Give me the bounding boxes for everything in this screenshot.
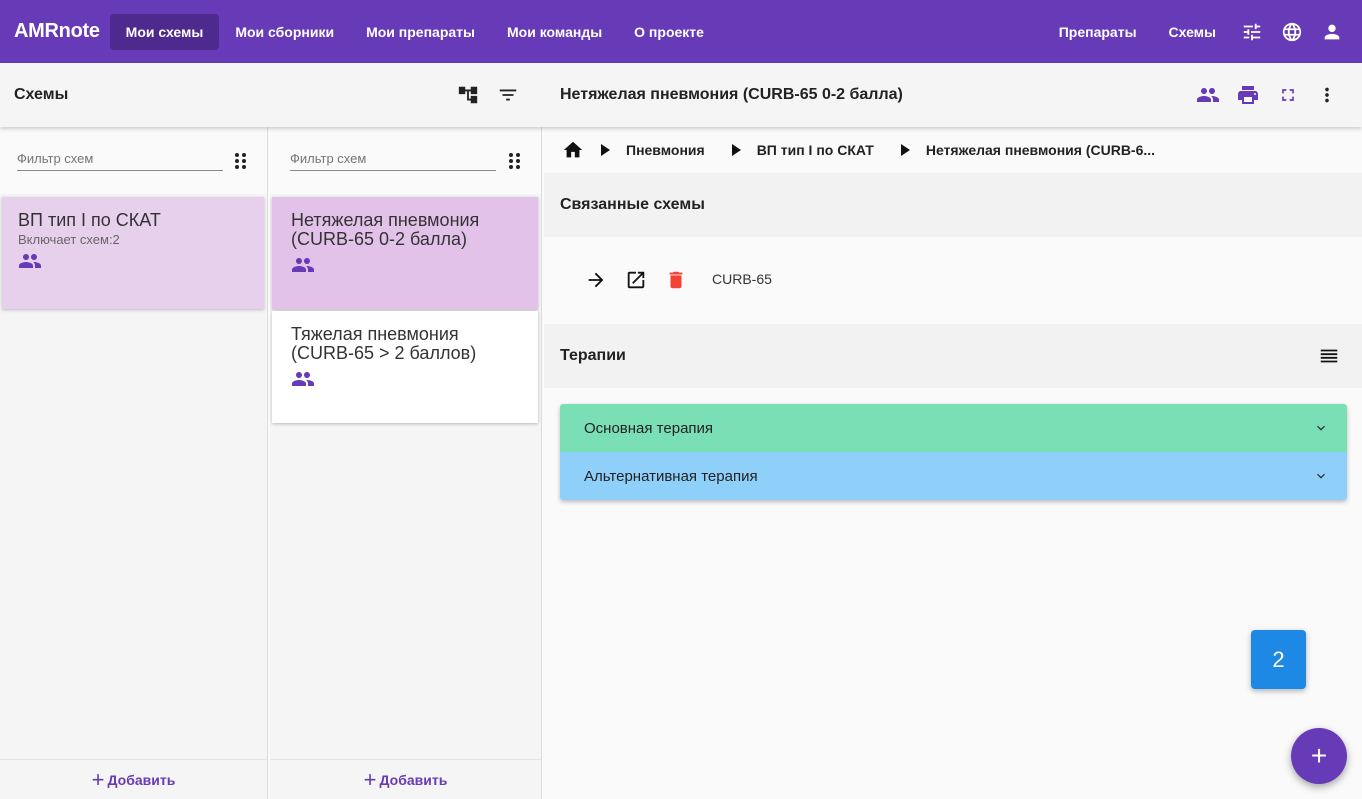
group-icon — [272, 249, 538, 275]
group-icon — [2, 247, 264, 271]
filter-row — [270, 127, 541, 194]
scheme-detail-panel: Пневмония ВП тип I по СКАТ Нетяжелая пне… — [544, 127, 1362, 799]
nav-my-schemes[interactable]: Мои схемы — [109, 13, 220, 50]
add-scheme-button[interactable]: + Добавить — [0, 759, 267, 799]
scheme-card-title: Тяжелая пневмония (CURB-65 > 2 баллов) — [291, 324, 477, 363]
nav-drugs[interactable]: Препараты — [1043, 14, 1153, 50]
tune-icon[interactable] — [1232, 12, 1272, 52]
nav-about[interactable]: О проекте — [618, 14, 720, 50]
therapies-accordion: Основная терапия Альтернативная терапия — [560, 404, 1347, 500]
scheme-card-title: Нетяжелая пневмония (CURB-65 0-2 балла) — [291, 210, 480, 249]
therapies-title: Терапии — [560, 347, 626, 364]
breadcrumb: Пневмония ВП тип I по СКАТ Нетяжелая пне… — [544, 127, 1362, 173]
drag-grip-icon[interactable] — [507, 151, 523, 171]
chevron-down-icon — [1313, 468, 1329, 484]
filter-row — [0, 127, 267, 194]
open-in-new-icon[interactable] — [623, 267, 649, 293]
scheme-card-title: ВП тип I по СКАТ — [18, 210, 161, 230]
top-right-menu: Препараты Схемы — [1043, 0, 1362, 63]
breadcrumb-item[interactable]: Пневмония — [626, 142, 705, 158]
add-scheme-button[interactable]: + Добавить — [270, 759, 541, 799]
schemes-panel-title: Схемы — [14, 86, 69, 103]
add-label: Добавить — [379, 771, 448, 788]
app-brand[interactable]: AMRnote — [14, 20, 100, 43]
scheme-card-subtitle: Включает схем:2 — [18, 232, 120, 247]
chevron-down-icon — [1313, 420, 1329, 436]
globe-icon[interactable] — [1272, 12, 1312, 52]
breadcrumb-separator-icon — [898, 143, 912, 157]
filter-list-icon[interactable] — [488, 75, 528, 115]
breadcrumb-item[interactable]: Нетяжелая пневмония (CURB-6... — [926, 142, 1155, 158]
breadcrumb-separator-icon — [729, 143, 743, 157]
reorder-icon[interactable] — [1318, 345, 1340, 367]
nav-my-drugs[interactable]: Мои препараты — [350, 14, 491, 50]
add-fab-button[interactable]: + — [1291, 728, 1347, 784]
arrow-forward-icon[interactable] — [583, 267, 609, 293]
nav-my-teams[interactable]: Мои команды — [491, 14, 618, 50]
hierarchy-icon[interactable] — [448, 75, 488, 115]
scheme-card[interactable]: Нетяжелая пневмония (CURB-65 0-2 балла) — [272, 197, 538, 309]
therapies-header: Терапии — [544, 324, 1362, 388]
group-icon — [272, 363, 538, 389]
scheme-card[interactable]: Тяжелая пневмония (CURB-65 > 2 баллов) — [272, 311, 538, 423]
toolbar: Схемы Нетяжелая пневмония (CURB-65 0-2 б… — [0, 63, 1362, 127]
therapy-label: Основная терапия — [584, 419, 714, 437]
breadcrumb-item[interactable]: ВП тип I по СКАТ — [757, 142, 874, 158]
linked-scheme-name[interactable]: CURB-65 — [712, 271, 772, 287]
linked-scheme-row: CURB-65 — [544, 237, 1362, 323]
schemes-column-2: Нетяжелая пневмония (CURB-65 0-2 балла) … — [270, 127, 542, 799]
delete-icon[interactable] — [663, 267, 689, 293]
scheme-card[interactable]: ВП тип I по СКАТ Включает схем:2 — [2, 197, 264, 309]
plus-icon: + — [363, 766, 377, 792]
schemes-column-1: ВП тип I по СКАТ Включает схем:2 + Добав… — [0, 127, 268, 799]
fullscreen-icon[interactable] — [1268, 75, 1308, 115]
scheme-title: Нетяжелая пневмония (CURB-65 0-2 балла) — [560, 86, 903, 103]
plus-icon: + — [91, 766, 105, 792]
nav-schemes[interactable]: Схемы — [1153, 14, 1232, 50]
nav-my-collections[interactable]: Мои сборники — [219, 14, 350, 50]
team-share-icon[interactable] — [1188, 75, 1228, 115]
therapy-panel-main[interactable]: Основная терапия — [560, 404, 1347, 452]
app-top-bar: AMRnote Мои схемы Мои сборники Мои препа… — [0, 0, 1362, 63]
more-vert-icon[interactable] — [1307, 75, 1347, 115]
account-icon[interactable] — [1312, 12, 1352, 52]
print-icon[interactable] — [1228, 75, 1268, 115]
therapy-label: Альтернативная терапия — [584, 467, 758, 485]
home-icon[interactable] — [562, 139, 584, 161]
add-label: Добавить — [107, 771, 176, 788]
therapy-panel-alternative[interactable]: Альтернативная терапия — [560, 452, 1347, 500]
filter-input[interactable] — [290, 147, 496, 171]
linked-schemes-title: Связанные схемы — [560, 196, 705, 213]
drag-grip-icon[interactable] — [233, 151, 249, 171]
filter-input[interactable] — [17, 147, 223, 171]
counter-badge: 2 — [1251, 630, 1306, 689]
linked-schemes-header: Связанные схемы — [544, 173, 1362, 237]
breadcrumb-separator-icon — [598, 143, 612, 157]
